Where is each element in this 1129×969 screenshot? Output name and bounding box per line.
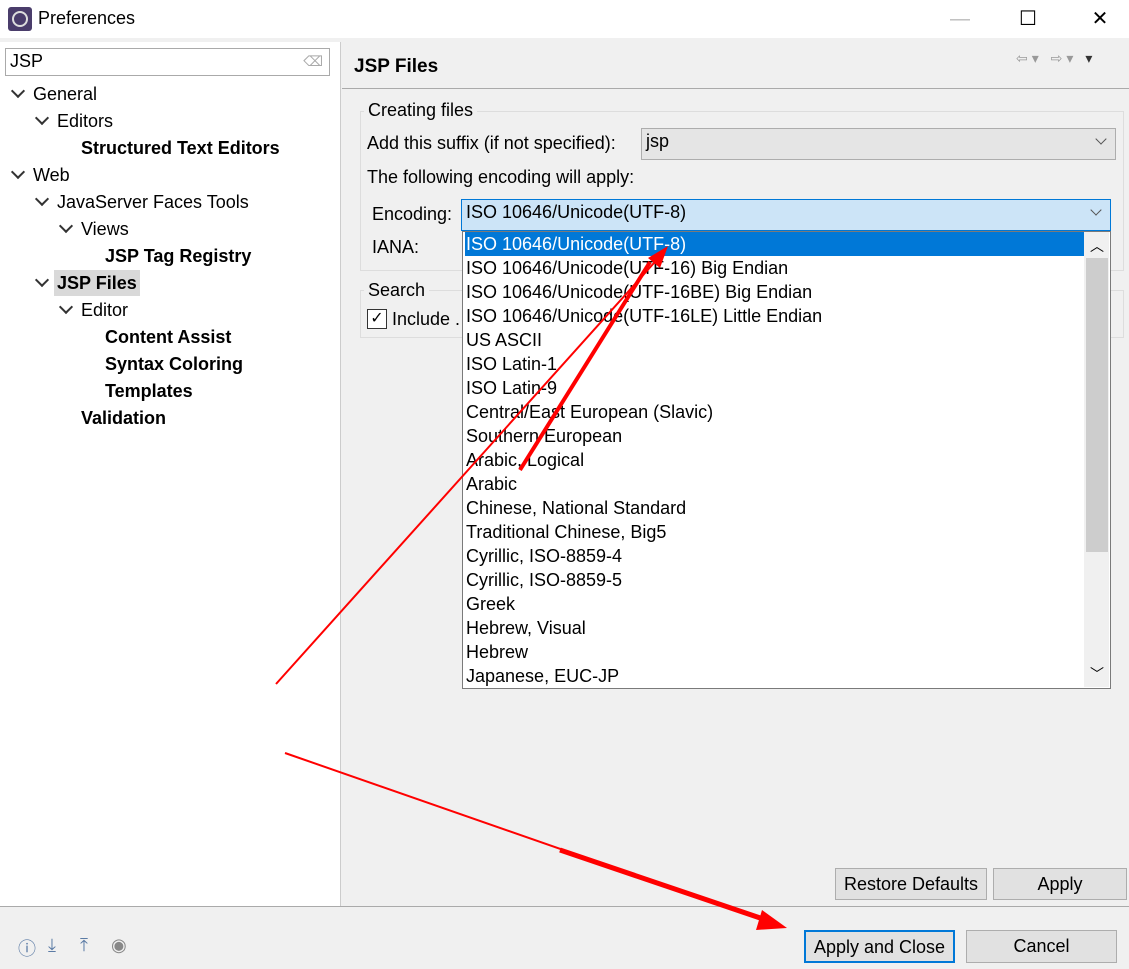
- encoding-option[interactable]: Cyrillic, ISO-8859-5: [465, 568, 1085, 592]
- encoding-value: ISO 10646/Unicode(UTF-8): [466, 202, 687, 222]
- back-icon[interactable]: ⇦▾: [1016, 50, 1043, 66]
- iana-label: IANA:: [372, 237, 420, 257]
- suffix-label: Add this suffix (if not specified):: [367, 133, 616, 153]
- tree-item[interactable]: Structured Text Editors: [81, 135, 280, 161]
- close-button[interactable]: ✕: [1080, 4, 1120, 34]
- encoding-combo[interactable]: ISO 10646/Unicode(UTF-8): [461, 199, 1111, 231]
- cancel-button[interactable]: Cancel: [966, 930, 1117, 963]
- tree-item[interactable]: Views: [81, 216, 129, 242]
- divider: [342, 88, 1129, 89]
- encoding-option[interactable]: US ASCII: [465, 328, 1085, 352]
- tree-item[interactable]: JavaServer Faces Tools: [57, 189, 249, 215]
- help-icon[interactable]: ⓘ: [18, 935, 36, 961]
- tree-item[interactable]: Web: [33, 162, 70, 188]
- encoding-option[interactable]: ISO 10646/Unicode(UTF-16LE) Little Endia…: [465, 304, 1085, 328]
- encoding-label: Encoding:: [372, 204, 453, 224]
- scrollbar-thumb[interactable]: [1086, 258, 1108, 552]
- tree-item[interactable]: Validation: [81, 405, 166, 431]
- encoding-option[interactable]: Southern European: [465, 424, 1085, 448]
- tree-item[interactable]: Syntax Coloring: [105, 351, 243, 377]
- import-icon[interactable]: ⤓: [48, 935, 56, 956]
- filter-value: JSP: [10, 51, 44, 71]
- divider: [0, 906, 1129, 907]
- encoding-option[interactable]: ISO Latin-1: [465, 352, 1085, 376]
- encoding-option[interactable]: Chinese, National Standard: [465, 496, 1085, 520]
- encoding-option[interactable]: Japanese, EUC-JP: [465, 664, 1085, 688]
- chevron-down-icon: [1095, 133, 1107, 145]
- encoding-option[interactable]: Greek: [465, 592, 1085, 616]
- record-icon[interactable]: ◉: [111, 935, 127, 956]
- tree-item[interactable]: Editor: [81, 297, 128, 323]
- tree-item[interactable]: JSP Files: [54, 270, 140, 296]
- history-nav[interactable]: ⇦▾ ⇨▾ ▾: [1016, 50, 1096, 67]
- suffix-combo[interactable]: jsp: [641, 128, 1116, 160]
- clear-filter-icon[interactable]: ⌫: [303, 53, 323, 70]
- restore-defaults-button[interactable]: Restore Defaults: [835, 868, 987, 900]
- include-label: Include ...: [392, 309, 460, 329]
- creating-files-label: Creating files: [364, 100, 478, 121]
- encoding-option[interactable]: Central/East European (Slavic): [465, 400, 1085, 424]
- encoding-option[interactable]: Traditional Chinese, Big5: [465, 520, 1085, 544]
- tree-item[interactable]: Templates: [105, 378, 193, 404]
- encoding-note: The following encoding will apply:: [367, 167, 635, 187]
- chevron-down-icon: [1090, 204, 1102, 216]
- encoding-option[interactable]: ISO Latin-9: [465, 376, 1085, 400]
- tree-item[interactable]: Content Assist: [105, 324, 231, 350]
- encoding-option[interactable]: Hebrew: [465, 640, 1085, 664]
- maximize-button[interactable]: ☐: [1008, 4, 1048, 34]
- encoding-option[interactable]: Arabic: [465, 472, 1085, 496]
- export-icon[interactable]: ⤒: [80, 935, 88, 956]
- suffix-value: jsp: [646, 131, 670, 151]
- search-label: Search: [364, 280, 430, 301]
- encoding-dropdown-list[interactable]: ISO 10646/Unicode(UTF-8) ISO 10646/Unicod…: [462, 231, 1111, 689]
- view-menu-icon[interactable]: ▾: [1085, 50, 1096, 66]
- eclipse-app-icon: [8, 7, 32, 31]
- encoding-option[interactable]: Hebrew, Visual: [465, 616, 1085, 640]
- encoding-option[interactable]: Arabic, Logical: [465, 448, 1085, 472]
- encoding-option[interactable]: ISO 10646/Unicode(UTF-16) Big Endian: [465, 256, 1085, 280]
- minimize-button[interactable]: —: [940, 4, 980, 34]
- apply-button[interactable]: Apply: [993, 868, 1127, 900]
- encoding-option[interactable]: ISO 10646/Unicode(UTF-16BE) Big Endian: [465, 280, 1085, 304]
- tree-item[interactable]: General: [33, 81, 97, 107]
- arrowhead: [756, 910, 787, 930]
- forward-icon[interactable]: ⇨▾: [1051, 50, 1078, 66]
- scroll-down-icon[interactable]: ﹀: [1090, 664, 1104, 684]
- window-title: Preferences: [38, 8, 136, 28]
- tree-item[interactable]: JSP Tag Registry: [105, 243, 251, 269]
- page-title: JSP Files: [354, 56, 439, 77]
- encoding-option[interactable]: ISO 10646/Unicode(UTF-8): [465, 232, 1085, 256]
- tree-item[interactable]: Editors: [57, 108, 113, 134]
- filter-input[interactable]: JSP ⌫: [5, 48, 330, 76]
- include-checkbox[interactable]: ✓: [367, 309, 387, 329]
- scroll-up-icon[interactable]: ︿: [1090, 236, 1104, 256]
- apply-and-close-button[interactable]: Apply and Close: [804, 930, 955, 963]
- encoding-option[interactable]: Cyrillic, ISO-8859-4: [465, 544, 1085, 568]
